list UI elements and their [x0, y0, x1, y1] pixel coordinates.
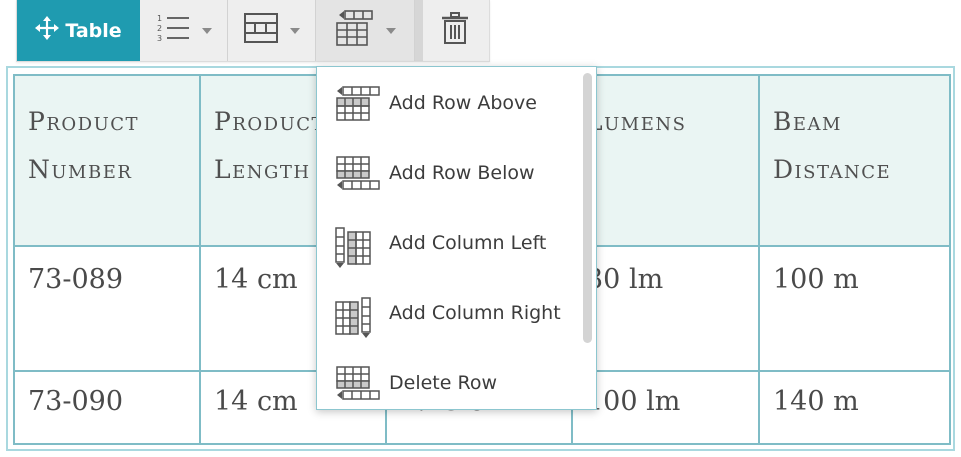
menu-item-label: Add Column Right: [389, 302, 561, 324]
table-toolbar: Table 123: [16, 0, 490, 62]
svg-text:2: 2: [157, 24, 162, 33]
table-layout-icon: [243, 13, 278, 48]
table-cell[interactable]: 100 lm: [571, 370, 760, 445]
menu-item-add-row-above[interactable]: Add Row Above: [317, 70, 579, 136]
menu-item-label: Delete Row: [389, 372, 497, 394]
add-row-above-icon: [335, 86, 381, 127]
header-cell[interactable]: Beam Distance: [758, 74, 951, 247]
row-column-icon: [334, 10, 374, 51]
menu-item-add-column-left[interactable]: Add Column Left: [317, 210, 579, 276]
svg-text:1: 1: [157, 14, 162, 23]
chevron-down-icon: [289, 27, 300, 34]
header-cell[interactable]: Lumens: [571, 74, 760, 247]
row-column-dropdown[interactable]: [316, 0, 415, 61]
menu-item-add-row-below[interactable]: Add Row Below: [317, 140, 579, 206]
table-label: Table: [65, 19, 122, 42]
table-cell[interactable]: 100 m: [758, 245, 951, 372]
add-column-right-icon: [335, 296, 375, 347]
header-cell[interactable]: Product Number: [13, 74, 201, 247]
row-column-menu: Add Row Above Add Row Below Add Column L…: [316, 66, 597, 410]
delete-row-icon: [335, 366, 381, 407]
table-move-button[interactable]: Table: [17, 0, 140, 61]
svg-text:3: 3: [157, 34, 162, 43]
table-cell[interactable]: 73-090: [13, 370, 201, 445]
toolbar-divider: [415, 0, 423, 61]
menu-scrollbar[interactable]: [583, 73, 592, 343]
add-column-left-icon: [335, 226, 375, 277]
table-cell[interactable]: 140 m: [758, 370, 951, 445]
menu-item-label: Add Row Above: [389, 92, 537, 114]
table-cell[interactable]: 30 lm: [571, 245, 760, 372]
menu-item-add-column-right[interactable]: Add Column Right: [317, 280, 579, 346]
ordered-list-icon: 123: [156, 12, 190, 49]
add-row-below-icon: [335, 156, 381, 197]
table-layout-dropdown[interactable]: [228, 0, 316, 61]
menu-item-label: Add Column Left: [389, 232, 547, 254]
delete-table-button[interactable]: [423, 0, 487, 61]
ordered-list-dropdown[interactable]: 123: [140, 0, 228, 61]
table-cell[interactable]: 73-089: [13, 245, 201, 372]
trash-icon: [441, 12, 469, 49]
move-icon: [35, 16, 60, 45]
menu-item-label: Add Row Below: [389, 162, 535, 184]
menu-item-delete-row[interactable]: Delete Row: [317, 350, 579, 409]
chevron-down-icon: [386, 27, 396, 34]
chevron-down-icon: [201, 27, 212, 34]
